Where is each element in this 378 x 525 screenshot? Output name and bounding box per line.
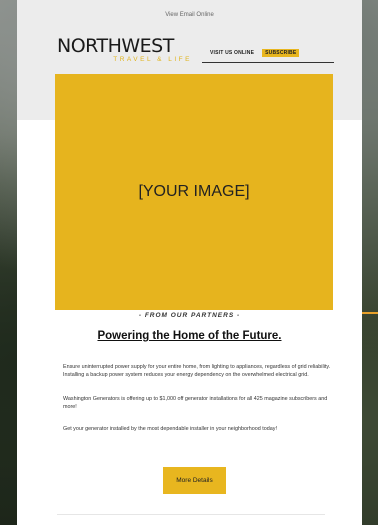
logo-tagline: TRAVEL & LIFE bbox=[113, 56, 192, 63]
more-details-button[interactable]: More Details bbox=[163, 467, 226, 494]
subscribe-button[interactable]: SUBSCRIBE bbox=[262, 49, 300, 57]
logo-wordmark: NORTHWEST bbox=[57, 35, 174, 57]
hero-image-placeholder: [YOUR IMAGE] bbox=[55, 74, 333, 310]
article-headline[interactable]: Powering the Home of the Future. bbox=[17, 330, 362, 342]
view-email-online-link[interactable]: View Email Online bbox=[17, 12, 362, 18]
email-body: View Email Online NORTHWEST TRAVEL & LIF… bbox=[17, 0, 362, 525]
paragraph-3: Get your generator installed by the most… bbox=[63, 426, 277, 432]
eyebrow-label: - FROM OUR PARTNERS - bbox=[138, 312, 241, 319]
visit-us-online-link[interactable]: VISIT US ONLINE bbox=[210, 50, 254, 56]
accent-line bbox=[360, 312, 378, 314]
top-nav: VISIT US ONLINE SUBSCRIBE bbox=[202, 44, 334, 63]
logo[interactable]: NORTHWEST TRAVEL & LIFE bbox=[57, 36, 192, 64]
divider bbox=[57, 514, 325, 515]
paragraph-1: Ensure uninterrupted power supply for yo… bbox=[63, 364, 331, 379]
hero-placeholder-text: [YOUR IMAGE] bbox=[138, 183, 250, 200]
paragraph-2: Washington Generators is offering up to … bbox=[63, 396, 328, 411]
